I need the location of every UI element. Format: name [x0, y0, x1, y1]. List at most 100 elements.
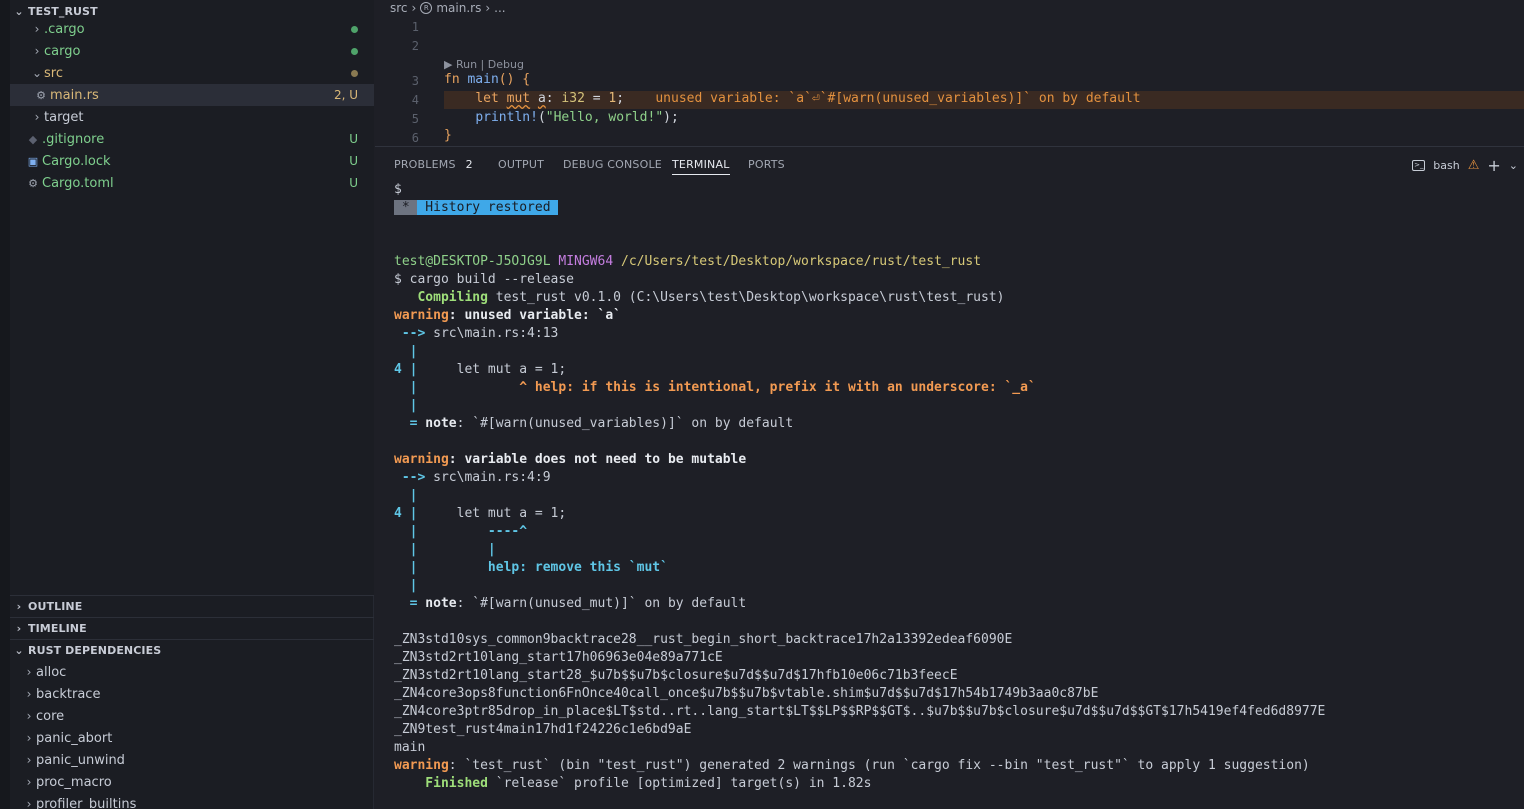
terminal-output[interactable]: $ * History restored test@DESKTOP-J5OJG9… — [394, 181, 1514, 793]
tab-terminal[interactable]: TERMINAL — [672, 158, 730, 175]
rust-icon: R — [420, 2, 433, 14]
terminal-line: | — [394, 398, 418, 413]
activity-strip — [0, 0, 10, 809]
terminal-line: = note: `#[warn(unused_variables)]` on b… — [394, 416, 794, 431]
dependency-item[interactable]: › panic_unwind — [10, 749, 374, 771]
chevron-right-icon: › — [26, 797, 32, 809]
rust-icon: ⚙ — [36, 88, 46, 102]
dependency-item[interactable]: › core — [10, 705, 374, 727]
dependency-label: core — [36, 708, 65, 724]
tab-output[interactable]: OUTPUT — [498, 158, 544, 171]
rust-dependencies-title: RUST DEPENDENCIES — [28, 643, 162, 657]
chevron-down-icon: ⌄ — [14, 643, 24, 657]
project-title: TEST_RUST — [28, 4, 98, 18]
breadcrumb-folder[interactable]: src — [390, 1, 408, 15]
line-number: 5 — [411, 112, 419, 126]
add-terminal-icon[interactable]: + — [1487, 156, 1500, 175]
git-status-dot — [351, 48, 358, 55]
terminal-icon: >_ — [1412, 160, 1426, 171]
terminal-line: _ZN3std2rt10lang_start28_$u7b$$u7b$closu… — [394, 668, 958, 683]
tree-item-label: .gitignore — [42, 131, 105, 147]
terminal-line: warning: unused variable: `a` — [394, 308, 621, 323]
terminal-line: warning: variable does not need to be mu… — [394, 452, 747, 467]
tree-item-cargo-toml[interactable]: ⚙ Cargo.toml U — [10, 172, 374, 194]
chevron-right-icon: › — [34, 44, 40, 58]
terminal-line: warning: `test_rust` (bin "test_rust") g… — [394, 758, 1310, 773]
breadcrumb-file[interactable]: main.rs — [436, 1, 481, 15]
terminal-line: --> src\main.rs:4:9 — [394, 470, 551, 485]
line-number: 3 — [411, 74, 419, 88]
history-star: * — [394, 200, 418, 215]
tree-item-src[interactable]: ⌄ src — [10, 62, 374, 84]
outline-section-header[interactable]: › OUTLINE — [10, 595, 374, 617]
tree-item-label: cargo — [44, 43, 81, 59]
git-status-dot — [351, 26, 358, 33]
chevron-right-icon: › — [26, 687, 32, 701]
terminal-name[interactable]: bash — [1433, 159, 1459, 172]
bottom-panel: PROBLEMS 2 OUTPUT DEBUG CONSOLE TERMINAL … — [375, 146, 1524, 809]
dependency-label: panic_unwind — [36, 752, 125, 768]
terminal-line: $ — [394, 182, 402, 197]
tree-item-cargo-lock[interactable]: ▣ Cargo.lock U — [10, 150, 374, 172]
git-status-badge: U — [349, 132, 358, 146]
line-number: 4 — [411, 93, 419, 107]
tree-item-label: Cargo.toml — [42, 175, 114, 191]
chevron-right-icon: › — [26, 731, 32, 745]
sidebar: ⌄ TEST_RUST › .cargo › cargo ⌄ src ⚙ mai… — [0, 0, 374, 809]
tree-item-dot-cargo[interactable]: › .cargo — [10, 18, 374, 40]
terminal-line: | — [394, 344, 418, 359]
terminal-line: $ cargo build --release — [394, 272, 575, 287]
warning-icon[interactable]: ⚠ — [1468, 158, 1480, 173]
tree-item-label: main.rs — [50, 87, 99, 103]
tree-item-target[interactable]: › target — [10, 106, 374, 128]
tab-debug-console[interactable]: DEBUG CONSOLE — [563, 158, 662, 171]
dependency-item[interactable]: › backtrace — [10, 683, 374, 705]
problems-count-badge: 2 — [465, 158, 473, 171]
chevron-right-icon: › — [26, 753, 32, 767]
git-icon: ◆ — [28, 132, 38, 146]
terminal-line: 4 | let mut a = 1; — [394, 506, 567, 521]
tab-problems[interactable]: PROBLEMS 2 — [394, 158, 473, 171]
terminal-line: | help: remove this `mut` — [394, 560, 668, 575]
problem-badge: 2, U — [333, 88, 358, 102]
inline-warning: unused variable: `a`⏎`#[warn(unused_vari… — [655, 91, 1141, 106]
chevron-down-icon: ⌄ — [14, 4, 24, 18]
code-editor[interactable]: src › R main.rs › ... 1 2 3 4 5 6 ▶ Run … — [375, 0, 1524, 146]
chevron-right-icon: › — [26, 709, 32, 723]
dependency-item[interactable]: › profiler_builtins — [10, 793, 374, 809]
dependency-label: backtrace — [36, 686, 101, 702]
dependency-label: proc_macro — [36, 774, 112, 790]
terminal-line: _ZN4core3ops8function6FnOnce40call_once$… — [394, 686, 1099, 701]
chevron-down-icon[interactable]: ⌄ — [1509, 159, 1518, 172]
chevron-right-icon: › — [26, 665, 32, 679]
tree-item-label: Cargo.lock — [42, 153, 111, 169]
code-line-6: } — [444, 128, 452, 143]
breadcrumb: src › R main.rs › ... — [390, 0, 506, 16]
dependency-item[interactable]: › panic_abort — [10, 727, 374, 749]
breadcrumb-more[interactable]: ... — [494, 1, 505, 15]
tree-item-label: .cargo — [44, 21, 85, 37]
terminal-line: --> src\main.rs:4:13 — [394, 326, 559, 341]
dependency-label: alloc — [36, 664, 67, 680]
panel-tabs: PROBLEMS 2 OUTPUT DEBUG CONSOLE TERMINAL … — [375, 147, 1524, 181]
tab-ports[interactable]: PORTS — [748, 158, 785, 171]
history-restored: History restored — [417, 200, 559, 215]
chevron-down-icon: ⌄ — [31, 66, 43, 80]
tree-item-gitignore[interactable]: ◆ .gitignore U — [10, 128, 374, 150]
terminal-line: _ZN9test_rust4main17hd1f24226c1e6bd9aE — [394, 722, 692, 737]
rust-dependencies-section-header[interactable]: ⌄ RUST DEPENDENCIES — [10, 639, 374, 661]
git-status-dot — [351, 70, 358, 77]
terminal-line: * History restored — [394, 199, 1514, 217]
terminal-line: Finished `release` profile [optimized] t… — [394, 776, 872, 791]
dependency-item[interactable]: › alloc — [10, 661, 374, 683]
tree-item-main-rs[interactable]: ⚙ main.rs 2, U — [10, 84, 374, 106]
tree-item-label: target — [44, 109, 84, 125]
run-debug-codelens[interactable]: ▶ Run | Debug — [444, 58, 524, 71]
terminal-line: main — [394, 740, 426, 755]
tree-item-cargo[interactable]: › cargo — [10, 40, 374, 62]
dependency-label: panic_abort — [36, 730, 113, 746]
timeline-section-header[interactable]: › TIMELINE — [10, 617, 374, 639]
terminal-line: | ----^ — [394, 524, 528, 539]
dependency-item[interactable]: › proc_macro — [10, 771, 374, 793]
line-number: 2 — [411, 39, 419, 53]
